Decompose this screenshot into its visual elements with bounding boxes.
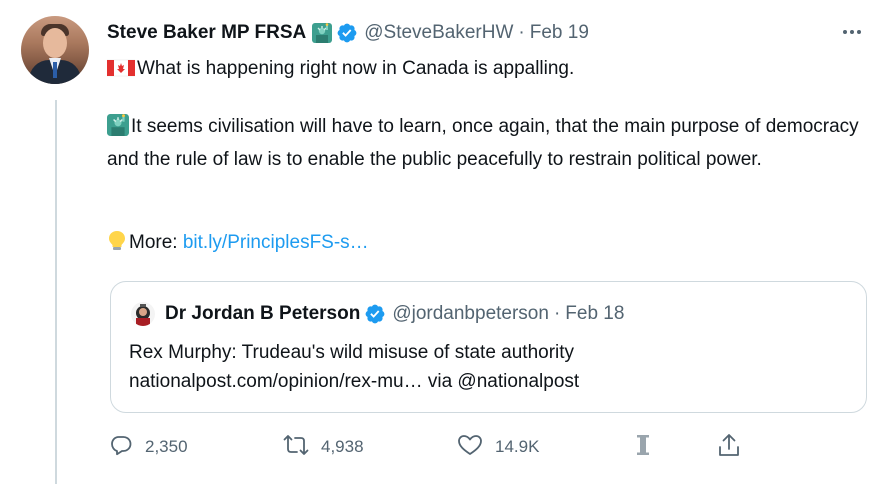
- separator-dot: ·: [553, 303, 561, 324]
- quoted-tweet-date: Feb 18: [565, 303, 625, 324]
- verified-icon: [336, 22, 358, 44]
- author-name[interactable]: Steve Baker MP FRSA: [107, 22, 306, 44]
- quoted-avatar[interactable]: [131, 302, 155, 326]
- like-icon: [457, 433, 483, 462]
- tweet-paragraph-2: It seems civilisation will have to learn…: [107, 116, 859, 170]
- share-icon: [717, 432, 741, 463]
- thread-line: [55, 100, 57, 484]
- author-handle[interactable]: @SteveBakerHW: [364, 22, 513, 44]
- statue-of-liberty-icon: [312, 23, 333, 43]
- quoted-line-2: nationalpost.com/opinion/rex-mu… via @na…: [129, 371, 580, 392]
- statue-of-liberty-icon: [107, 114, 129, 145]
- quoted-tweet-header: Dr Jordan B Peterson @jordanbpeterson · …: [131, 302, 624, 326]
- analytics-button[interactable]: [635, 430, 651, 464]
- quoted-line-1: Rex Murphy: Trudeau's wild misuse of sta…: [129, 342, 575, 363]
- reply-icon: [109, 433, 133, 462]
- quoted-author-name[interactable]: Dr Jordan B Peterson: [165, 303, 360, 325]
- more-icon[interactable]: [839, 22, 865, 42]
- more-label: More:: [129, 232, 183, 253]
- quoted-author-handle: @jordanbpeterson: [392, 303, 549, 324]
- lightbulb-icon: [107, 230, 127, 261]
- retweet-button[interactable]: 4,938: [283, 430, 364, 464]
- canada-flag-icon: [106, 58, 136, 87]
- retweet-icon: [283, 433, 309, 462]
- avatar[interactable]: [21, 16, 89, 84]
- quoted-tweet-text: Rex Murphy: Trudeau's wild misuse of sta…: [129, 338, 579, 396]
- verified-icon: [364, 303, 386, 325]
- retweet-count: 4,938: [321, 437, 364, 456]
- analytics-icon: [635, 432, 651, 463]
- share-button[interactable]: [717, 430, 741, 464]
- more-link[interactable]: bit.ly/PrinciplesFS-s…: [183, 232, 369, 253]
- tweet-header: Steve Baker MP FRSA @SteveBakerHW · Feb …: [107, 20, 589, 46]
- like-button[interactable]: 14.9K: [457, 430, 539, 464]
- tweet-date[interactable]: Feb 19: [530, 22, 589, 44]
- action-bar: 2,350 4,938 14.9K: [107, 430, 747, 464]
- quoted-tweet[interactable]: Dr Jordan B Peterson @jordanbpeterson · …: [110, 281, 867, 413]
- reply-button[interactable]: 2,350: [109, 430, 188, 464]
- reply-count: 2,350: [145, 437, 188, 456]
- tweet-line-1: What is happening right now in Canada is…: [137, 58, 575, 79]
- separator-dot: ·: [518, 22, 525, 43]
- like-count: 14.9K: [495, 437, 540, 456]
